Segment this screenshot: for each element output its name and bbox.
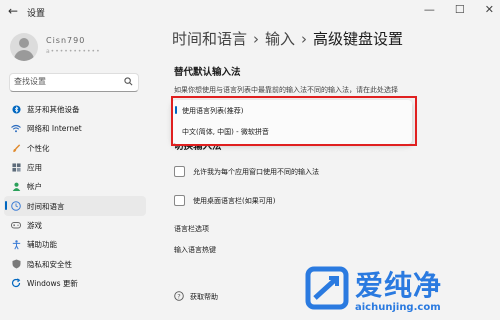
checkbox-label: 使用桌面语言栏(如果可用) xyxy=(193,196,276,205)
override-section-description: 如果你想使用与语言列表中最靠前的输入法不同的输入法，请在此处选择 xyxy=(174,86,398,94)
sidebar-item-privacy[interactable]: 隐私和安全性 xyxy=(0,254,150,273)
sidebar-item-label: 网络和 Internet xyxy=(27,124,82,134)
sidebar-item-windows-update[interactable]: Windows 更新 xyxy=(0,274,150,293)
search-icon[interactable] xyxy=(124,77,133,89)
title-bar: ← 设置 — ☐ ✕ xyxy=(0,0,500,24)
sidebar-item-label: 个性化 xyxy=(27,143,50,153)
active-indicator xyxy=(5,201,7,211)
back-arrow-icon[interactable]: ← xyxy=(8,4,18,18)
checkbox-label: 允许我为每个应用窗口使用不同的输入法 xyxy=(193,167,319,176)
page-title: 高级键盘设置 xyxy=(313,30,404,48)
sidebar-item-bluetooth[interactable]: 蓝牙和其他设备 xyxy=(0,100,150,119)
window-controls: — ☐ ✕ xyxy=(424,3,494,16)
sidebar-item-label: Windows 更新 xyxy=(27,278,78,288)
user-name: Cisn790 xyxy=(46,36,86,45)
sidebar-item-label: 隐私和安全性 xyxy=(27,259,72,269)
shield-icon xyxy=(11,259,21,269)
search-box[interactable] xyxy=(9,73,139,92)
user-email: a••••••••••• xyxy=(46,48,101,55)
avatar-head-icon xyxy=(19,38,29,48)
per-app-input-checkbox[interactable] xyxy=(174,166,185,177)
sidebar-item-network[interactable]: 网络和 Internet xyxy=(0,119,150,138)
search-input[interactable] xyxy=(14,77,114,86)
breadcrumb-separator: › xyxy=(301,30,308,48)
sidebar-item-label: 应用 xyxy=(27,163,42,173)
sidebar-item-time-language[interactable]: 时间和语言 xyxy=(4,196,146,216)
sidebar-item-label: 帐户 xyxy=(27,182,42,192)
red-highlight-box xyxy=(171,96,417,146)
checkbox-row-per-app[interactable]: 允许我为每个应用窗口使用不同的输入法 xyxy=(174,166,319,177)
watermark: 爱纯净 aichunjing.com xyxy=(297,262,500,320)
minimize-button[interactable]: — xyxy=(424,3,435,16)
avatar-body-icon xyxy=(14,50,34,61)
settings-window: ← 设置 — ☐ ✕ Cisn790 a••••••••••• 蓝牙和其他设备 xyxy=(0,0,500,320)
language-bar-options-link[interactable]: 语言栏选项 xyxy=(174,224,209,234)
desktop-language-bar-checkbox[interactable] xyxy=(174,195,185,206)
close-button[interactable]: ✕ xyxy=(485,3,494,16)
avatar[interactable] xyxy=(10,33,38,61)
get-help-label: 获取帮助 xyxy=(190,293,218,301)
breadcrumb: 时间和语言 › 输入 › 高级键盘设置 xyxy=(172,28,403,49)
input-language-hotkeys-link[interactable]: 输入语言热键 xyxy=(174,245,216,255)
svg-text:?: ? xyxy=(177,292,180,300)
sidebar-item-accounts[interactable]: 帐户 xyxy=(0,177,150,196)
sidebar-item-apps[interactable]: 应用 xyxy=(0,158,150,177)
watermark-text: 爱纯净 xyxy=(355,269,443,302)
wifi-icon xyxy=(11,124,21,134)
globe-clock-icon xyxy=(11,201,21,211)
checkbox-row-desktop-language-bar[interactable]: 使用桌面语言栏(如果可用) xyxy=(174,195,275,206)
watermark-logo-icon xyxy=(305,266,349,310)
watermark-url: aichunjing.com xyxy=(355,302,441,313)
sidebar-item-label: 辅助功能 xyxy=(27,240,57,250)
app-title: 设置 xyxy=(27,9,46,19)
account-icon xyxy=(11,182,21,192)
sidebar-nav: 蓝牙和其他设备 网络和 Internet 个性化 应用 帐户 时间和语言 游戏 … xyxy=(0,100,150,293)
override-section-title: 替代默认输入法 xyxy=(174,67,241,78)
breadcrumb-separator: › xyxy=(253,30,260,48)
maximize-button[interactable]: ☐ xyxy=(455,3,465,16)
brush-icon xyxy=(11,143,21,153)
sidebar-item-personalization[interactable]: 个性化 xyxy=(0,139,150,158)
sidebar-item-label: 游戏 xyxy=(27,220,42,230)
apps-icon xyxy=(11,163,21,173)
sidebar-item-accessibility[interactable]: 辅助功能 xyxy=(0,235,150,254)
breadcrumb-input[interactable]: 输入 xyxy=(265,30,295,48)
sidebar-item-gaming[interactable]: 游戏 xyxy=(0,216,150,235)
sidebar-item-label: 时间和语言 xyxy=(27,201,65,211)
update-icon xyxy=(11,278,21,288)
get-help-link[interactable]: ? 获取帮助 xyxy=(174,291,218,303)
bluetooth-icon xyxy=(11,105,21,115)
breadcrumb-time-language[interactable]: 时间和语言 xyxy=(172,30,247,48)
accessibility-icon xyxy=(11,240,21,250)
help-icon: ? xyxy=(174,291,184,303)
sidebar-item-label: 蓝牙和其他设备 xyxy=(27,105,80,115)
gamepad-icon xyxy=(11,220,21,230)
